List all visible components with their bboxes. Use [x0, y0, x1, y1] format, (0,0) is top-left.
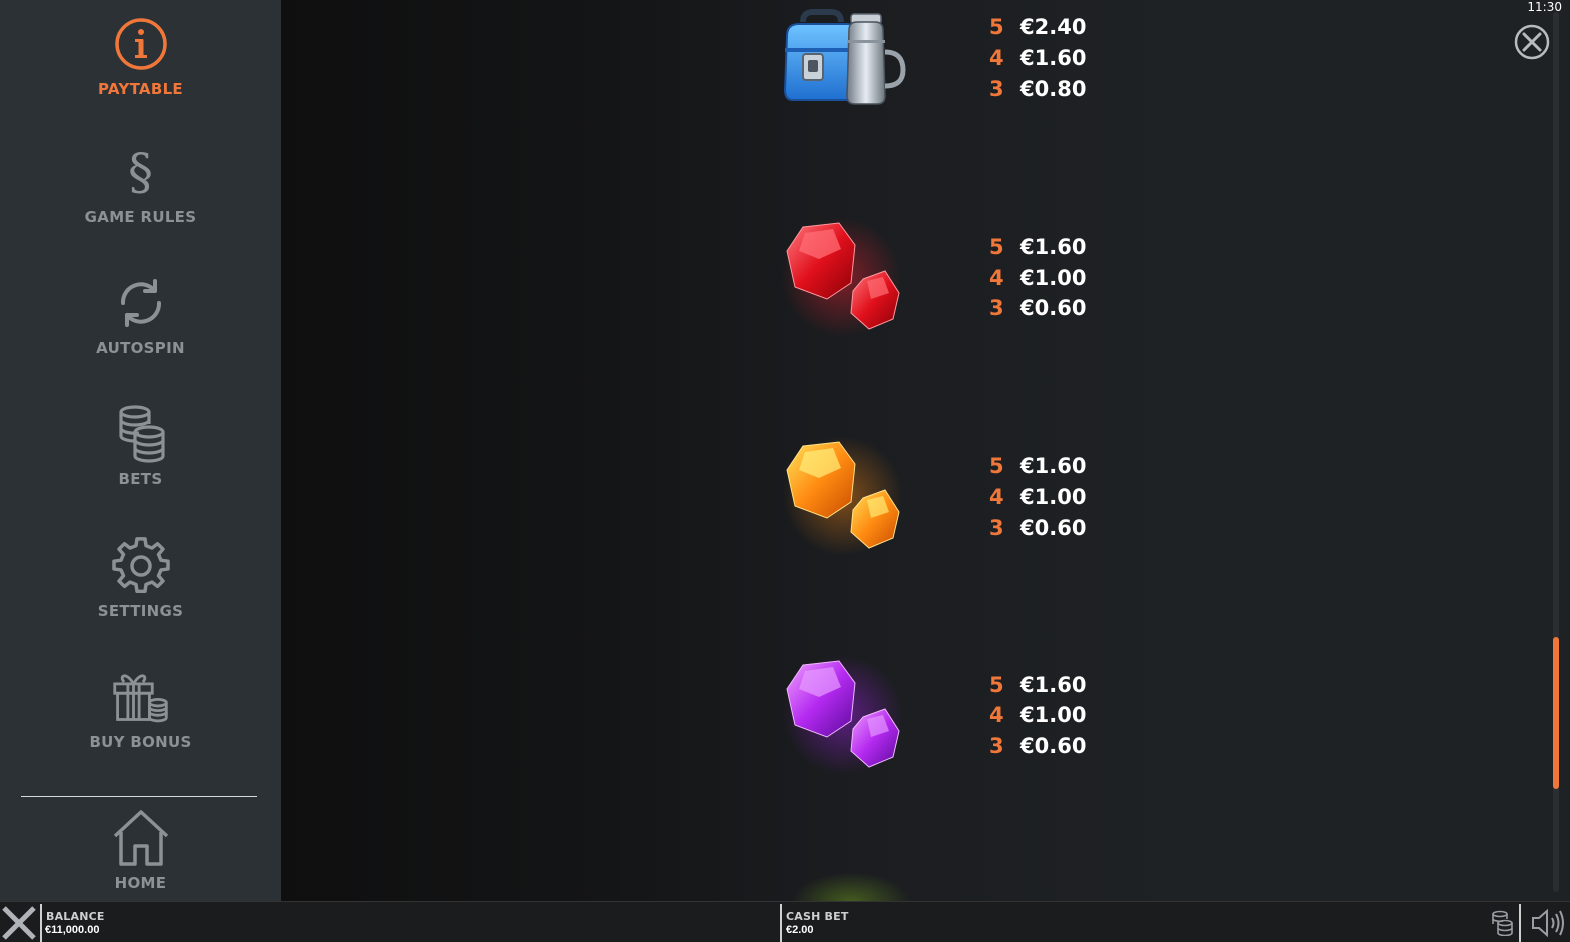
sidebar-item-label: HOME: [114, 874, 167, 892]
sidebar-item-autospin[interactable]: AUTOSPIN: [0, 273, 281, 383]
coins-stack-icon: [111, 404, 171, 464]
home-icon: [111, 808, 171, 868]
sidebar-item-label: BUY BONUS: [89, 733, 192, 751]
purple-gem-symbol-icon: [781, 653, 911, 783]
payout-amount: €0.60: [1020, 516, 1087, 540]
payout-line: 5 €1.60: [989, 451, 1086, 481]
payout-amount: €1.00: [1020, 703, 1087, 727]
symbol-count: 3: [989, 516, 1004, 540]
payout-line: 5 €1.60: [989, 232, 1086, 262]
sidebar-item-settings[interactable]: SETTINGS: [0, 536, 281, 646]
sidebar-item-label: BETS: [118, 470, 163, 488]
cash-bet-value: €2.00: [786, 924, 814, 936]
symbol-count: 4: [989, 703, 1004, 727]
section-icon: §: [128, 143, 153, 201]
divider: [40, 904, 42, 942]
sidebar-item-label: AUTOSPIN: [96, 339, 185, 357]
close-paytable-button[interactable]: [1514, 24, 1550, 60]
symbol-count: 3: [989, 734, 1004, 758]
close-icon: [1514, 24, 1550, 60]
symbol-count: 5: [989, 454, 1004, 478]
gear-icon: [111, 536, 171, 596]
payout-amount: €1.60: [1020, 46, 1087, 70]
payout-line: 4 €1.00: [989, 700, 1086, 730]
symbol-count: 4: [989, 266, 1004, 290]
sidebar-item-label: GAME RULES: [84, 208, 197, 226]
symbol-count: 3: [989, 296, 1004, 320]
sidebar-item-buy-bonus[interactable]: BUY BONUS: [0, 667, 281, 777]
close-icon: [2, 906, 36, 940]
info-icon: [111, 14, 171, 74]
sidebar-item-label: PAYTABLE: [98, 80, 183, 98]
symbol-count: 3: [989, 77, 1004, 101]
symbol-count: 5: [989, 235, 1004, 259]
divider: [780, 904, 782, 942]
payout-amount: €0.60: [1020, 296, 1087, 320]
payout-amount: €1.60: [1020, 454, 1087, 478]
payout-amount: €0.80: [1020, 77, 1087, 101]
sidebar-item-label: SETTINGS: [97, 602, 184, 620]
payout-amount: €1.00: [1020, 266, 1087, 290]
payout-line: 4 €1.00: [989, 263, 1086, 293]
sidebar-menu: PAYTABLE § GAME RULES AUTOSPIN BETS SETT…: [0, 0, 281, 901]
payout-line: 3 €0.80: [989, 74, 1086, 104]
payout-line: 5 €1.60: [989, 670, 1086, 700]
bottom-bar: BALANCE €11,000.00 CASH BET €2.00: [0, 901, 1570, 942]
sidebar-item-bets[interactable]: BETS: [0, 404, 281, 514]
payout-line: 3 €0.60: [989, 293, 1086, 323]
sidebar-divider: [21, 796, 257, 797]
refresh-icon: [111, 273, 171, 333]
payout-amount: €1.00: [1020, 485, 1087, 509]
paytable-panel: 5 €2.40 4 €1.60 3 €0.80 5 €1.60 4 €1.00 …: [281, 0, 1570, 901]
paytable-row: 5 €1.60 4 €1.00 3 €0.60: [281, 648, 1541, 778]
cash-bet-label: CASH BET: [786, 910, 849, 923]
symbol-count: 5: [989, 15, 1004, 39]
payout-amount: €0.60: [1020, 734, 1087, 758]
sidebar-item-paytable[interactable]: PAYTABLE: [0, 14, 281, 124]
paytable-row: 5 €2.40 4 €1.60 3 €0.80: [281, 0, 1541, 130]
paytable-row: 5 €1.60 4 €1.00 3 €0.60: [281, 210, 1541, 340]
payout-line: 4 €1.60: [989, 43, 1086, 73]
coins-stack-icon[interactable]: [1490, 910, 1514, 940]
lunchbox-symbol-icon: [781, 0, 911, 130]
payout-line: 3 €0.60: [989, 731, 1086, 761]
speaker-icon[interactable]: [1530, 908, 1566, 942]
paytable-row: 5 €1.60 4 €1.00 3 €0.60: [281, 429, 1541, 559]
gift-icon: [111, 667, 171, 727]
payout-amount: €1.60: [1020, 235, 1087, 259]
sidebar-item-game-rules[interactable]: § GAME RULES: [0, 142, 281, 252]
balance-label: BALANCE: [46, 910, 105, 923]
symbol-count: 4: [989, 485, 1004, 509]
symbol-count: 4: [989, 46, 1004, 70]
red-gem-symbol-icon: [781, 215, 911, 345]
orange-gem-symbol-icon: [781, 434, 911, 564]
scrollbar-thumb[interactable]: [1553, 637, 1559, 789]
payout-line: 4 €1.00: [989, 482, 1086, 512]
payout-amount: €2.40: [1020, 15, 1087, 39]
balance-value: €11,000.00: [45, 924, 100, 936]
payout-line: 5 €2.40: [989, 12, 1086, 42]
divider: [1519, 904, 1521, 942]
exit-button[interactable]: [0, 904, 38, 942]
payout-line: 3 €0.60: [989, 513, 1086, 543]
symbol-count: 5: [989, 673, 1004, 697]
next-symbol-glow: [791, 872, 911, 901]
payout-amount: €1.60: [1020, 673, 1087, 697]
